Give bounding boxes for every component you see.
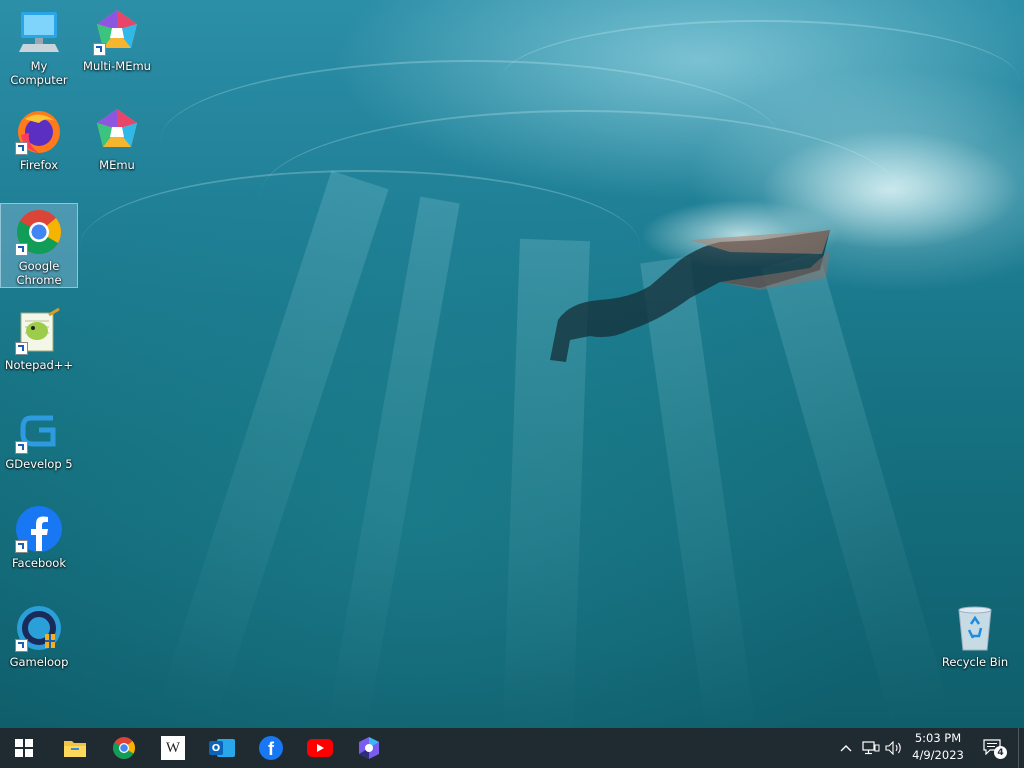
chevron-up-icon xyxy=(840,745,852,752)
desktop-icon-memu[interactable]: MEmu xyxy=(79,103,155,175)
desktop-icon-label: Firefox xyxy=(19,158,59,172)
taskbar: W O f 5:03 PM 4/9/2023 4 xyxy=(0,728,1024,768)
taskbar-outlook-button[interactable]: O xyxy=(198,728,246,768)
desktop-background[interactable]: My Computer Multi-MEmu Firefox MEmu Goog… xyxy=(0,0,1024,728)
action-center-button[interactable]: 4 xyxy=(978,728,1010,768)
outlook-glyph: O xyxy=(209,741,223,755)
facebook-icon: f xyxy=(259,736,283,760)
chrome-icon xyxy=(113,737,136,759)
surface-wave xyxy=(500,20,1020,142)
desktop-icon-label: My Computer xyxy=(10,59,68,87)
desktop-icon-label: Facebook xyxy=(11,556,67,570)
outlook-icon: O xyxy=(209,737,235,759)
volume-button[interactable] xyxy=(884,728,904,768)
desktop-icon-label: Google Chrome xyxy=(16,259,62,287)
notepadpp-icon xyxy=(15,307,63,355)
clock-date: 4/9/2023 xyxy=(912,748,964,762)
clipchamp-icon xyxy=(359,737,379,759)
taskbar-chrome-button[interactable] xyxy=(100,728,148,768)
network-icon xyxy=(862,741,880,755)
desktop-icon-facebook[interactable]: Facebook xyxy=(1,501,77,573)
speaker-icon xyxy=(885,741,901,755)
shortcut-arrow-icon xyxy=(15,639,28,652)
desktop-icon-label: MEmu xyxy=(99,158,135,172)
shortcut-arrow-icon xyxy=(15,142,28,155)
shortcut-arrow-icon xyxy=(15,441,28,454)
taskbar-clipchamp-button[interactable] xyxy=(345,728,393,768)
desktop-icon-gdevelop[interactable]: GDevelop 5 xyxy=(1,402,77,474)
shortcut-arrow-icon xyxy=(93,43,106,56)
folder-icon xyxy=(64,741,86,757)
notification-count-badge: 4 xyxy=(994,746,1007,759)
shortcut-arrow-icon xyxy=(15,540,28,553)
taskbar-wikipedia-button[interactable]: W xyxy=(149,728,197,768)
network-button[interactable] xyxy=(860,728,882,768)
desktop-icon-label: GDevelop 5 xyxy=(5,457,73,471)
gameloop-icon xyxy=(15,604,63,652)
firefox-icon xyxy=(15,107,63,155)
windows-start-icon xyxy=(15,739,33,757)
multi-memu-icon xyxy=(93,8,141,56)
notification-icon: 4 xyxy=(983,738,1007,759)
facebook-icon xyxy=(15,505,63,553)
taskbar-file-explorer-button[interactable] xyxy=(51,728,99,768)
chrome-icon xyxy=(15,208,63,256)
gdevelop-icon xyxy=(15,406,63,454)
shortcut-arrow-icon xyxy=(15,243,28,256)
shortcut-arrow-icon xyxy=(15,342,28,355)
memu-icon xyxy=(93,107,141,155)
desktop-icon-recycle-bin[interactable]: Recycle Bin xyxy=(937,600,1013,672)
start-button[interactable] xyxy=(0,728,48,768)
desktop-icon-label: Gameloop xyxy=(9,655,69,669)
show-hidden-icons-button[interactable] xyxy=(836,728,856,768)
desktop-icon-label: Notepad++ xyxy=(4,358,74,372)
desktop-icon-firefox[interactable]: Firefox xyxy=(1,103,77,175)
wikipedia-icon: W xyxy=(161,736,185,760)
desktop-icon-google-chrome[interactable]: Google Chrome xyxy=(0,203,78,288)
show-desktop-button[interactable] xyxy=(1018,728,1019,768)
youtube-icon xyxy=(307,739,333,757)
desktop-icon-gameloop[interactable]: Gameloop xyxy=(1,600,77,672)
taskbar-clock[interactable]: 5:03 PM 4/9/2023 xyxy=(902,730,974,766)
desktop-icon-my-computer[interactable]: My Computer xyxy=(1,4,77,90)
desktop-icon-notepadpp[interactable]: Notepad++ xyxy=(1,303,77,375)
recycle-bin-icon xyxy=(951,604,999,652)
desktop-icon-label: Recycle Bin xyxy=(941,655,1009,669)
desktop-icon-label: Multi-MEmu xyxy=(83,59,151,73)
computer-icon xyxy=(15,8,63,56)
taskbar-youtube-button[interactable] xyxy=(296,728,344,768)
taskbar-facebook-button[interactable]: f xyxy=(247,728,295,768)
clock-time: 5:03 PM xyxy=(914,731,962,745)
diver-silhouette xyxy=(550,230,830,362)
desktop-icon-multi-memu[interactable]: Multi-MEmu xyxy=(79,4,155,76)
